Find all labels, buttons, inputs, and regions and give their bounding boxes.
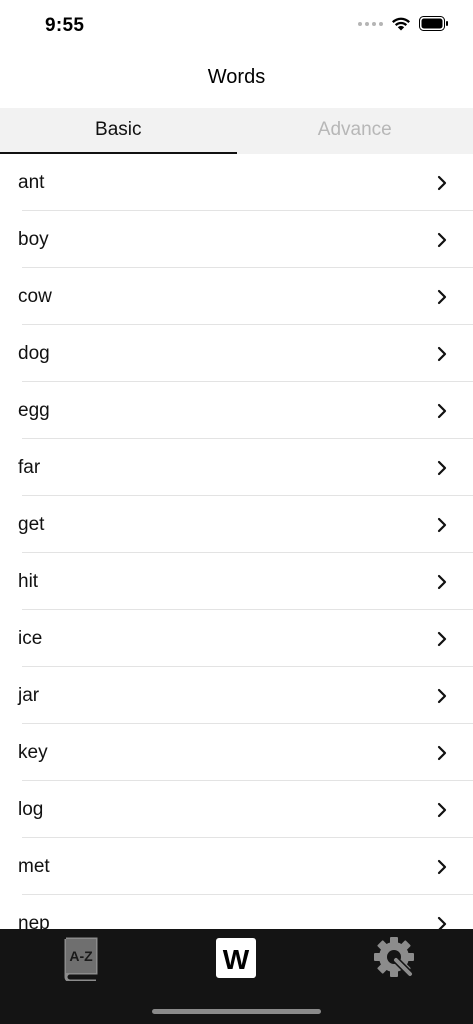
- word-label: far: [18, 456, 41, 478]
- word-label: dog: [18, 342, 50, 364]
- chevron-right-icon: [433, 516, 451, 534]
- word-row-ice[interactable]: ice: [0, 610, 473, 667]
- word-row-log[interactable]: log: [0, 781, 473, 838]
- tab-bar-dictionary[interactable]: A-Z: [59, 935, 105, 983]
- word-label: jar: [18, 684, 40, 706]
- word-label: log: [18, 798, 44, 820]
- word-label: boy: [18, 228, 49, 250]
- word-row-far[interactable]: far: [0, 439, 473, 496]
- chevron-right-icon: [433, 630, 451, 648]
- status-icons: [358, 16, 449, 31]
- word-label: egg: [18, 399, 50, 421]
- word-row-met[interactable]: met: [0, 838, 473, 895]
- chevron-right-icon: [433, 402, 451, 420]
- status-bar: 9:55: [0, 0, 473, 52]
- word-label: key: [18, 741, 48, 763]
- word-row-get[interactable]: get: [0, 496, 473, 553]
- home-indicator: [152, 1009, 321, 1014]
- word-label: get: [18, 513, 45, 535]
- chevron-right-icon: [433, 231, 451, 249]
- chevron-right-icon: [433, 744, 451, 762]
- settings-gear-wrench-icon: [374, 937, 414, 978]
- word-row-cow[interactable]: cow: [0, 268, 473, 325]
- chevron-right-icon: [433, 288, 451, 306]
- word-row-egg[interactable]: egg: [0, 382, 473, 439]
- words-w-icon: W: [216, 938, 256, 978]
- chevron-right-icon: [433, 573, 451, 591]
- word-list: ant boy cow dog egg far get hit ice jar key log met n…: [0, 154, 473, 929]
- word-label: met: [18, 855, 50, 877]
- word-row-key[interactable]: key: [0, 724, 473, 781]
- svg-text:W: W: [223, 944, 250, 975]
- word-row-ant[interactable]: ant: [0, 154, 473, 211]
- word-row-hit[interactable]: hit: [0, 553, 473, 610]
- chevron-right-icon: [433, 801, 451, 819]
- tab-basic[interactable]: Basic: [0, 108, 237, 154]
- chevron-right-icon: [433, 858, 451, 876]
- word-row-dog[interactable]: dog: [0, 325, 473, 382]
- chevron-right-icon: [433, 345, 451, 363]
- chevron-right-icon: [433, 174, 451, 192]
- tab-bar-words[interactable]: W: [214, 936, 260, 982]
- tab-advance[interactable]: Advance: [237, 108, 473, 154]
- word-label: ice: [18, 627, 43, 649]
- word-row-jar[interactable]: jar: [0, 667, 473, 724]
- tab-bar-settings[interactable]: [372, 935, 418, 981]
- battery-icon: [419, 16, 448, 31]
- chevron-right-icon: [433, 687, 451, 705]
- cellular-signal-icon: [358, 21, 383, 26]
- word-label: ant: [18, 171, 45, 193]
- svg-text:A-Z: A-Z: [69, 948, 93, 964]
- segmented-tabs: Basic Advance: [0, 108, 473, 154]
- word-row-nep[interactable]: nep: [0, 895, 473, 929]
- word-label: nep: [18, 912, 50, 930]
- chevron-right-icon: [433, 915, 451, 929]
- wifi-icon: [392, 17, 410, 31]
- word-label: hit: [18, 570, 39, 592]
- chevron-right-icon: [433, 459, 451, 477]
- a-z-dictionary-icon: A-Z: [64, 937, 98, 983]
- status-time: 9:55: [45, 15, 85, 36]
- word-label: cow: [18, 285, 52, 307]
- word-row-boy[interactable]: boy: [0, 211, 473, 268]
- page-title: Words: [207, 66, 266, 88]
